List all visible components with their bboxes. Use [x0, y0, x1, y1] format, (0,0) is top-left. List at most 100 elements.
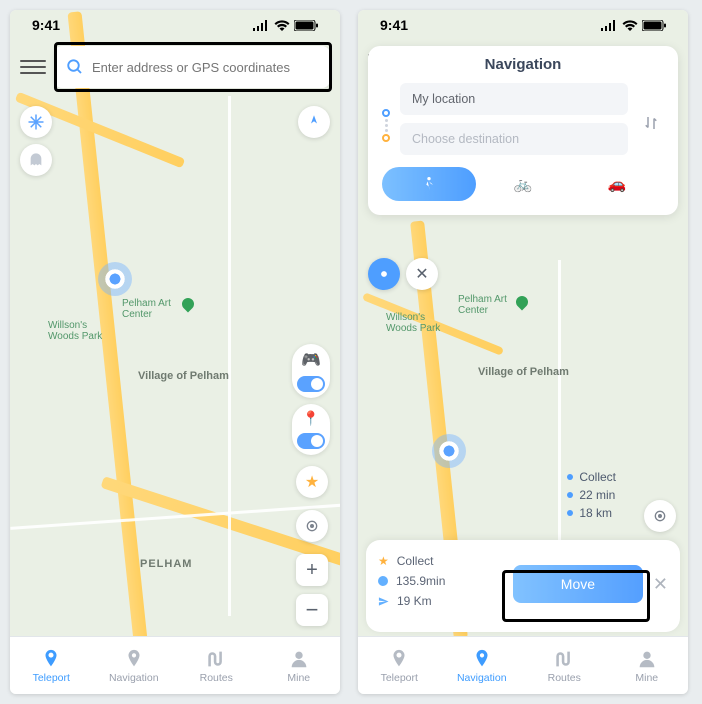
tab-routes[interactable]: Routes — [175, 637, 258, 694]
move-button-label: Move — [561, 576, 595, 592]
tab-routes-label: Routes — [548, 672, 581, 684]
locate-me-button[interactable] — [644, 500, 676, 532]
tab-routes-label: Routes — [200, 672, 233, 684]
mode-walk[interactable] — [382, 167, 476, 201]
map-label-village: Village of Pelham — [138, 370, 229, 382]
walk-icon — [421, 175, 437, 193]
swap-button[interactable] — [638, 113, 664, 133]
search-box[interactable] — [54, 46, 330, 88]
status-bar: 9:41 — [10, 10, 340, 40]
star-icon: ★ — [378, 554, 389, 568]
move-button[interactable]: Move — [513, 565, 643, 603]
tab-mine-label: Mine — [635, 672, 658, 684]
phone-navigation-screen: Pelham Art Center Willson's Woods Park V… — [358, 10, 688, 694]
pin-icon — [471, 648, 493, 670]
compass-button[interactable] — [298, 106, 330, 138]
tab-teleport[interactable]: Teleport — [358, 637, 441, 694]
minus-icon: − — [306, 597, 319, 623]
move-card: ★ Collect 135.9min 19 Km Move ✕ — [366, 540, 680, 632]
signal-icon — [253, 20, 270, 31]
send-icon — [378, 596, 389, 607]
route-marker-controls: ✕ — [368, 258, 438, 290]
zoom-out-button[interactable]: − — [296, 594, 328, 626]
tab-routes[interactable]: Routes — [523, 637, 606, 694]
tab-navigation-label: Navigation — [457, 672, 507, 684]
avatar-toggle-group: 📍 — [292, 404, 330, 455]
person-pin-icon: 📍 — [302, 410, 319, 427]
wifi-icon — [274, 20, 290, 31]
pin-drop-icon — [388, 648, 410, 670]
tab-mine[interactable]: Mine — [258, 637, 341, 694]
ghost-icon — [28, 152, 44, 168]
map-label-pelham: PELHAM — [140, 558, 192, 570]
search-icon — [66, 58, 84, 76]
favorite-button[interactable]: ★ — [296, 466, 328, 498]
person-icon — [288, 648, 310, 670]
route-summary-overlay: Collect 22 min 18 km — [567, 470, 616, 524]
mode-bike[interactable]: 🚲 — [476, 167, 570, 201]
locate-me-button[interactable] — [296, 510, 328, 542]
avatar-toggle[interactable] — [297, 433, 325, 449]
menu-button[interactable] — [20, 54, 46, 80]
tab-mine[interactable]: Mine — [606, 637, 689, 694]
from-value: My location — [412, 92, 475, 106]
gamepad-icon: 🎮 — [301, 350, 321, 370]
status-time: 9:41 — [380, 17, 408, 33]
map-label-village: Village of Pelham — [478, 366, 569, 378]
clock-dot-icon — [378, 576, 388, 586]
snowflake-button[interactable] — [20, 106, 52, 138]
mode-car[interactable]: 🚗 — [570, 167, 664, 201]
route-icon — [553, 648, 575, 670]
ghost-button[interactable] — [20, 144, 52, 176]
wifi-icon — [622, 20, 638, 31]
pin-drop-icon — [40, 648, 62, 670]
tab-navigation[interactable]: Navigation — [93, 637, 176, 694]
move-collect-label: Collect — [397, 554, 434, 568]
to-field[interactable]: Choose destination — [400, 123, 628, 155]
bike-icon: 🚲 — [514, 175, 533, 193]
route-dots-icon — [382, 105, 390, 142]
route-duration: 22 min — [579, 488, 615, 502]
poi-art-center-label: Pelham Art Center — [458, 294, 528, 316]
route-collect-label: Collect — [579, 470, 616, 484]
star-icon: ★ — [305, 472, 319, 492]
map-canvas[interactable]: Pelham Art Center Willson's Woods Park V… — [10, 10, 340, 694]
to-placeholder: Choose destination — [412, 132, 519, 146]
move-card-close-button[interactable]: ✕ — [653, 574, 668, 595]
tab-mine-label: Mine — [287, 672, 310, 684]
move-distance: 19 Km — [397, 594, 432, 608]
move-duration: 135.9min — [396, 574, 445, 588]
phone-teleport-screen: Pelham Art Center Willson's Woods Park V… — [10, 10, 340, 694]
close-icon: ✕ — [653, 574, 668, 594]
route-distance: 18 km — [579, 506, 612, 520]
crosshair-icon — [304, 518, 320, 534]
joystick-toggle-group: 🎮 — [292, 344, 330, 398]
tab-teleport[interactable]: Teleport — [10, 637, 93, 694]
route-icon — [205, 648, 227, 670]
compass-icon — [305, 113, 323, 131]
swap-icon — [642, 113, 660, 133]
route-clear-button[interactable]: ✕ — [406, 258, 438, 290]
joystick-toggle[interactable] — [297, 376, 325, 392]
navigation-panel: Navigation My location Choose destinatio… — [368, 46, 678, 215]
poi-art-center-label: Pelham Art Center — [122, 298, 192, 320]
search-input[interactable] — [92, 60, 318, 75]
status-indicators — [601, 20, 666, 31]
person-icon — [636, 648, 658, 670]
route-marker-pin[interactable] — [368, 258, 400, 290]
location-dot-icon — [377, 267, 391, 281]
tab-bar: Teleport Navigation Routes Mine — [358, 636, 688, 694]
status-bar: 9:41 — [358, 10, 688, 40]
pin-icon — [123, 648, 145, 670]
from-field[interactable]: My location — [400, 83, 628, 115]
poi-woods-park-label: Willson's Woods Park — [48, 320, 118, 342]
tab-navigation-label: Navigation — [109, 672, 159, 684]
tab-teleport-label: Teleport — [33, 672, 70, 684]
navigation-title: Navigation — [382, 56, 664, 73]
zoom-in-button[interactable]: + — [296, 554, 328, 586]
plus-icon: + — [306, 559, 318, 582]
battery-icon — [294, 20, 318, 31]
battery-icon — [642, 20, 666, 31]
tab-navigation[interactable]: Navigation — [441, 637, 524, 694]
signal-icon — [601, 20, 618, 31]
